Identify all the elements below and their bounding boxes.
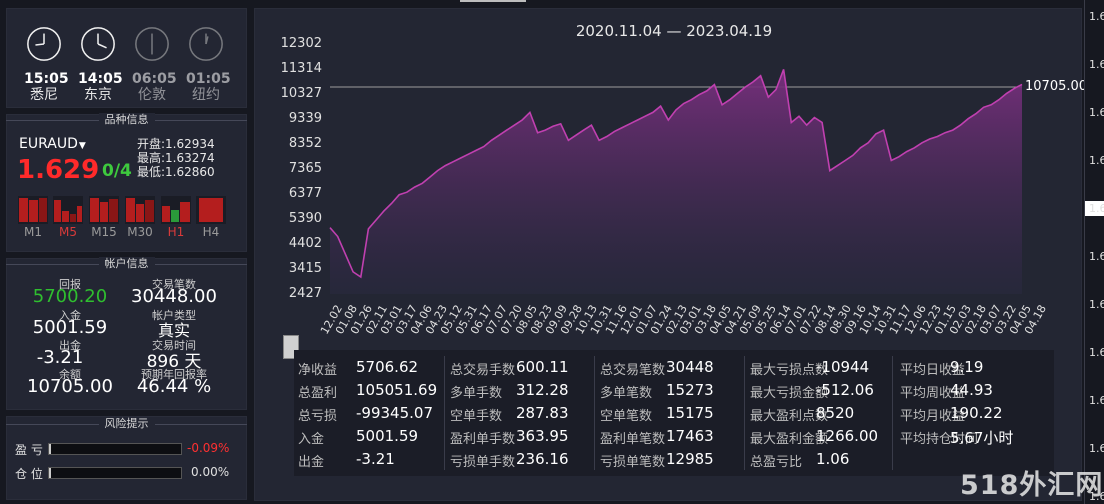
stat-value: 8520 xyxy=(816,404,855,422)
stat-label: 盈利单笔数 xyxy=(600,432,666,447)
stat-column-divider xyxy=(594,356,595,470)
stat-column-divider xyxy=(444,356,445,470)
stat-label: 空单笔数 xyxy=(600,409,653,424)
stat-label: 总盈利 xyxy=(298,386,338,401)
statistics-table: 净收益 5706.62 总盈利 105051.69 总亏损 -99345.07 入金 5001… xyxy=(294,350,1054,476)
right-axis-label: 1.6 xyxy=(1089,250,1104,263)
stat-value: 1.06 xyxy=(816,450,850,468)
stat-label: 亏损单笔数 xyxy=(600,455,666,470)
stat-value: 312.28 xyxy=(516,381,569,399)
right-axis-label: 1.6 xyxy=(1089,394,1104,407)
stat-value: 236.16 xyxy=(516,450,569,468)
watermark-logo: 518外汇网 xyxy=(960,470,1104,501)
stat-value: 17463 xyxy=(666,427,714,445)
stat-label: 多单笔数 xyxy=(600,386,653,401)
stat-column-divider xyxy=(744,356,745,470)
stat-value: 15175 xyxy=(666,404,714,422)
stat-value: 44.93 xyxy=(950,381,993,399)
stat-value: 287.83 xyxy=(516,404,569,422)
stat-value: 5706.62 xyxy=(356,358,419,376)
stat-value: -512.06 xyxy=(816,381,874,399)
stat-value: 12985 xyxy=(666,450,714,468)
stat-value: -3.21 xyxy=(356,450,395,468)
right-axis-label: 1.6 xyxy=(1089,154,1104,167)
stat-label: 总盈亏比 xyxy=(750,455,803,470)
stat-value: 600.11 xyxy=(516,358,569,376)
stat-label: 总亏损 xyxy=(298,409,338,424)
right-axis-label: 1.6 xyxy=(1089,202,1104,215)
stat-value: 30448 xyxy=(666,358,714,376)
equity-area xyxy=(330,69,1022,295)
stat-value: 1266.00 xyxy=(816,427,879,445)
last-value-label: 10705.00 xyxy=(1025,79,1088,94)
stat-value: 5001.59 xyxy=(356,427,419,445)
stat-label: 总交易手数 xyxy=(450,363,516,378)
right-axis-label: 1.6 xyxy=(1089,58,1104,71)
right-axis-label: 1.6 xyxy=(1089,490,1104,503)
stat-value: -99345.07 xyxy=(356,404,433,422)
stat-value: -10944 xyxy=(816,358,870,376)
stat-value: 105051.69 xyxy=(356,381,438,399)
right-axis-label: 1.6 xyxy=(1089,442,1104,455)
right-axis-label: 1.6 xyxy=(1089,10,1104,23)
stat-label: 入金 xyxy=(298,432,325,447)
stat-value: 363.95 xyxy=(516,427,569,445)
stat-label: 出金 xyxy=(298,455,325,470)
stat-label: 空单手数 xyxy=(450,409,503,424)
stat-column-divider xyxy=(892,356,893,470)
stat-value: 15273 xyxy=(666,381,714,399)
right-axis-label: 1.6 xyxy=(1089,106,1104,119)
stat-value: 9.19 xyxy=(950,358,984,376)
stat-label: 多单手数 xyxy=(450,386,503,401)
stat-label: 总交易笔数 xyxy=(600,363,666,378)
right-axis-label: 1.6 xyxy=(1089,298,1104,311)
stat-value: 5.67小时 xyxy=(950,429,1014,447)
stat-label: 亏损单手数 xyxy=(450,455,516,470)
stat-value: 190.22 xyxy=(950,404,1003,422)
stat-label: 盈利单手数 xyxy=(450,432,516,447)
stat-label: 净收益 xyxy=(298,363,338,378)
right-axis-label: 1.6 xyxy=(1089,346,1104,359)
